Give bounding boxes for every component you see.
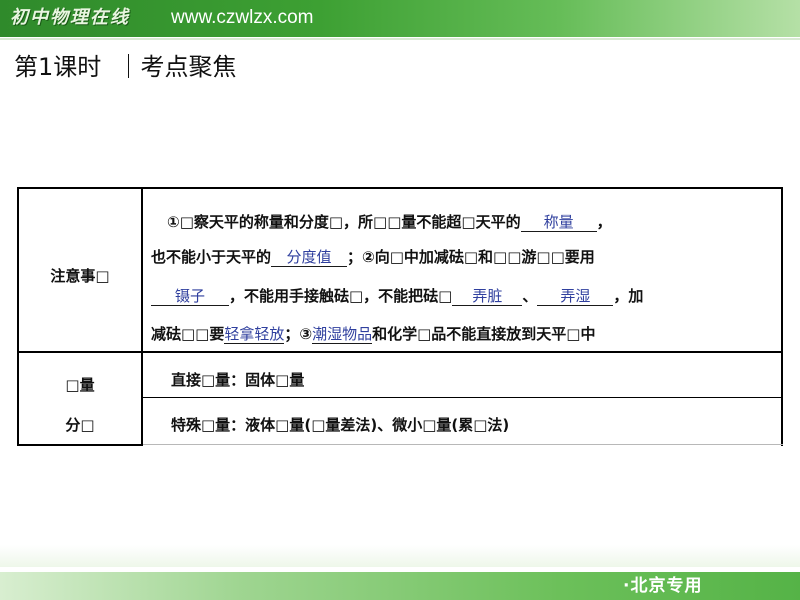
answer-moist-items: 潮湿物品 — [312, 325, 373, 344]
direct-measure-line: 直接□量：固体□量 — [171, 371, 305, 389]
answer-tweezers: 镊子 — [151, 287, 229, 306]
notes-table: 注意事□ ①□察天平的称量和分度□，所□□量不能超□天平的 称量， 也不能小于天平… — [17, 187, 783, 446]
table-border-top — [17, 187, 783, 189]
notes-line-1: ①□察天平的称量和分度□，所□□量不能超□天平的 称量， — [167, 212, 612, 232]
site-url[interactable]: www.czwlzx.com — [171, 5, 314, 31]
notes-line-2: 也不能小于天平的 分度值 ；②向□中加减砝□和□□游□□要用 — [151, 247, 595, 267]
site-logo: 初中物理在线 — [10, 7, 130, 28]
notes-line-1-text: ①□察天平的称量和分度□，所□□量不能超□天平的 — [167, 213, 521, 231]
table-row-divider — [17, 351, 783, 353]
notes-line-4-text: 减砝□□要 — [151, 325, 225, 343]
notes-line-4: 减砝□□要轻拿轻放；③潮湿物品和化学□品不能直接放到天平□中 — [151, 324, 595, 344]
notes-line-3-end: ，加 — [613, 287, 644, 305]
table-border-right — [781, 187, 783, 446]
footer-gradient — [0, 545, 800, 567]
answer-wet: 弄湿 — [537, 287, 614, 306]
table-border-left — [17, 187, 19, 446]
edition-tag: ·北京专用 — [623, 576, 703, 596]
notes-line-1-end: ， — [596, 213, 612, 231]
row-label-notes: 注意事□ — [50, 267, 110, 285]
row-label-category: 分□ — [65, 416, 95, 434]
table-inner-divider — [143, 397, 783, 398]
page-title: 第1课时 ｜考点聚焦 — [14, 53, 237, 81]
notes-line-3: 镊子 ，不能用手接触砝□，不能把砝□ 弄脏、弄湿 ，加 — [151, 286, 643, 306]
notes-line-2-end: ；②向□中加减砝□和□□游□□要用 — [347, 248, 595, 266]
answer-dirty: 弄脏 — [452, 287, 523, 306]
row-label-measure: □量 — [65, 376, 95, 394]
special-measure-line: 特殊□量：液体□量(□量差法)、微小□量(累□法) — [171, 416, 510, 434]
answer-division: 分度值 — [271, 248, 348, 267]
table-border-bottom-left — [17, 444, 143, 446]
answer-gentle: 轻拿轻放 — [224, 325, 285, 344]
notes-line-3-text: ，不能用手接触砝□，不能把砝□ — [229, 287, 453, 305]
notes-line-3-sep: 、 — [522, 287, 538, 305]
table-column-divider — [141, 187, 143, 446]
notes-line-4-end: 和化学□品不能直接放到天平□中 — [372, 325, 596, 343]
notes-line-2-text: 也不能小于天平的 — [151, 248, 272, 266]
table-border-bottom-right — [143, 444, 783, 445]
header-banner: 初中物理在线 www.czwlzx.com — [0, 0, 800, 37]
answer-capacity: 称量 — [520, 213, 597, 232]
header-divider — [0, 38, 800, 40]
notes-line-4-mid: ；③ — [284, 325, 313, 343]
